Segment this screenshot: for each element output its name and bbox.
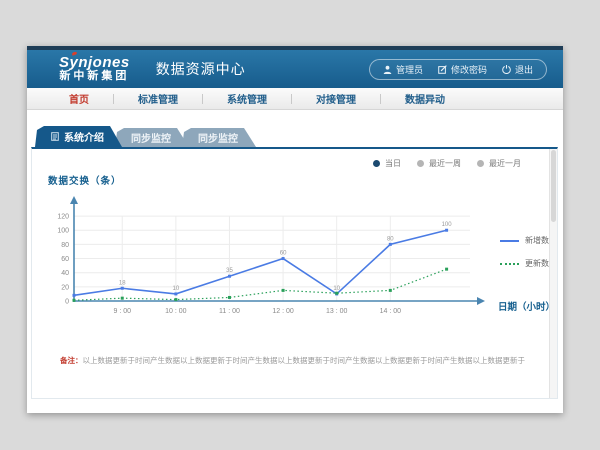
range-option-0[interactable]: 当日 xyxy=(373,158,401,169)
brand-name-cn: 新中新集团 xyxy=(59,71,130,83)
nav-item-2[interactable]: 系统管理 xyxy=(227,91,267,106)
desktop-background: Synjones 新中新集团 数据资源中心 管理员 修改密码 退出 xyxy=(0,0,600,450)
tab-label: 系统介绍 xyxy=(64,129,104,144)
x-axis-title: 日期（小时） xyxy=(498,299,555,313)
range-option-label: 最近一周 xyxy=(429,158,461,169)
tab-1[interactable]: 同步监控 xyxy=(115,128,189,147)
radio-icon xyxy=(373,160,380,167)
svg-text:11 : 00: 11 : 00 xyxy=(219,308,240,315)
brand-name: Synjones xyxy=(59,55,130,71)
svg-text:40: 40 xyxy=(61,270,69,277)
edit-icon xyxy=(438,65,447,74)
svg-text:9 : 00: 9 : 00 xyxy=(113,308,131,315)
footnote: 备注：以上数据更新于时间产生数据以上数据更新于时间产生数据以上数据更新于时间产生… xyxy=(60,355,525,366)
line-chart: 0 20 40 60 80 100 120 9 : 00 10 : 00 11 : 00 12 : … xyxy=(40,195,490,319)
y-axis-title: 数据交换（条） xyxy=(48,173,122,187)
tab-bar: 系统介绍 同步监控 同步监控 xyxy=(35,126,256,147)
svg-text:13 : 00: 13 : 00 xyxy=(326,308,348,315)
svg-text:100: 100 xyxy=(57,228,69,235)
user-actions-group: 管理员 修改密码 退出 xyxy=(369,59,547,80)
chart-panel: 当日 最近一周 最近一月 数据交换（条） 0 20 40 60 80 100 120 9 : 00… xyxy=(31,147,558,399)
panel-scrollbar[interactable] xyxy=(549,149,557,398)
range-option-2[interactable]: 最近一月 xyxy=(477,158,521,169)
svg-text:120: 120 xyxy=(57,214,69,221)
change-password-label: 修改密码 xyxy=(451,63,487,76)
svg-text:100: 100 xyxy=(442,222,453,228)
svg-text:80: 80 xyxy=(61,242,69,249)
time-range-options: 当日 最近一周 最近一月 xyxy=(373,158,521,169)
content-area: 系统介绍 同步监控 同步监控 当日 最近一周 最近一月 数据交换（条） 0 20 40 60 8… xyxy=(27,110,563,413)
svg-text:60: 60 xyxy=(61,256,69,263)
svg-text:20: 20 xyxy=(61,284,69,291)
logout-button[interactable]: 退出 xyxy=(502,63,533,76)
app-window: Synjones 新中新集团 数据资源中心 管理员 修改密码 退出 xyxy=(27,46,563,413)
radio-icon xyxy=(477,160,484,167)
tab-2[interactable]: 同步监控 xyxy=(182,128,256,147)
tab-label: 同步监控 xyxy=(131,130,171,145)
range-option-1[interactable]: 最近一周 xyxy=(417,158,461,169)
footnote-text: 以上数据更新于时间产生数据以上数据更新于时间产生数据以上数据更新于时间产生数据以… xyxy=(83,356,526,365)
document-icon xyxy=(51,132,59,141)
svg-text:18: 18 xyxy=(119,280,126,286)
svg-text:10: 10 xyxy=(173,286,180,292)
main-nav: 首页 标准管理 系统管理 对接管理 数据异动 xyxy=(27,88,563,110)
footnote-label: 备注： xyxy=(60,356,83,365)
range-option-label: 最近一月 xyxy=(489,158,521,169)
page-title: 数据资源中心 xyxy=(156,59,246,79)
tab-0[interactable]: 系统介绍 xyxy=(35,126,122,147)
logout-label: 退出 xyxy=(515,63,533,76)
user-icon xyxy=(383,65,392,74)
svg-text:12 : 00: 12 : 00 xyxy=(272,308,294,315)
legend-line-sample xyxy=(500,240,519,242)
user-menu-label: 管理员 xyxy=(396,63,423,76)
svg-text:14 : 00: 14 : 00 xyxy=(380,308,402,315)
range-option-label: 当日 xyxy=(385,158,401,169)
nav-divider xyxy=(113,94,114,104)
legend-line-sample xyxy=(500,263,519,265)
svg-text:80: 80 xyxy=(387,236,394,242)
brand-text: Synjones xyxy=(59,54,130,71)
svg-text:35: 35 xyxy=(226,268,233,274)
svg-text:60: 60 xyxy=(280,251,287,257)
scrollbar-thumb[interactable] xyxy=(551,150,556,222)
svg-text:10 : 00: 10 : 00 xyxy=(165,308,187,315)
svg-text:0: 0 xyxy=(65,299,69,306)
radio-icon xyxy=(417,160,424,167)
change-password-button[interactable]: 修改密码 xyxy=(438,63,487,76)
user-menu-button[interactable]: 管理员 xyxy=(383,63,423,76)
nav-item-3[interactable]: 对接管理 xyxy=(316,91,356,106)
nav-divider xyxy=(202,94,203,104)
brand-logo: Synjones 新中新集团 xyxy=(59,55,130,82)
nav-item-4[interactable]: 数据异动 xyxy=(405,91,445,106)
app-header: Synjones 新中新集团 数据资源中心 管理员 修改密码 退出 xyxy=(27,50,563,88)
power-icon xyxy=(502,65,511,74)
svg-text:10: 10 xyxy=(333,286,340,292)
nav-divider xyxy=(380,94,381,104)
nav-item-1[interactable]: 标准管理 xyxy=(138,91,178,106)
nav-divider xyxy=(291,94,292,104)
nav-item-0[interactable]: 首页 xyxy=(69,91,89,106)
tab-label: 同步监控 xyxy=(198,130,238,145)
